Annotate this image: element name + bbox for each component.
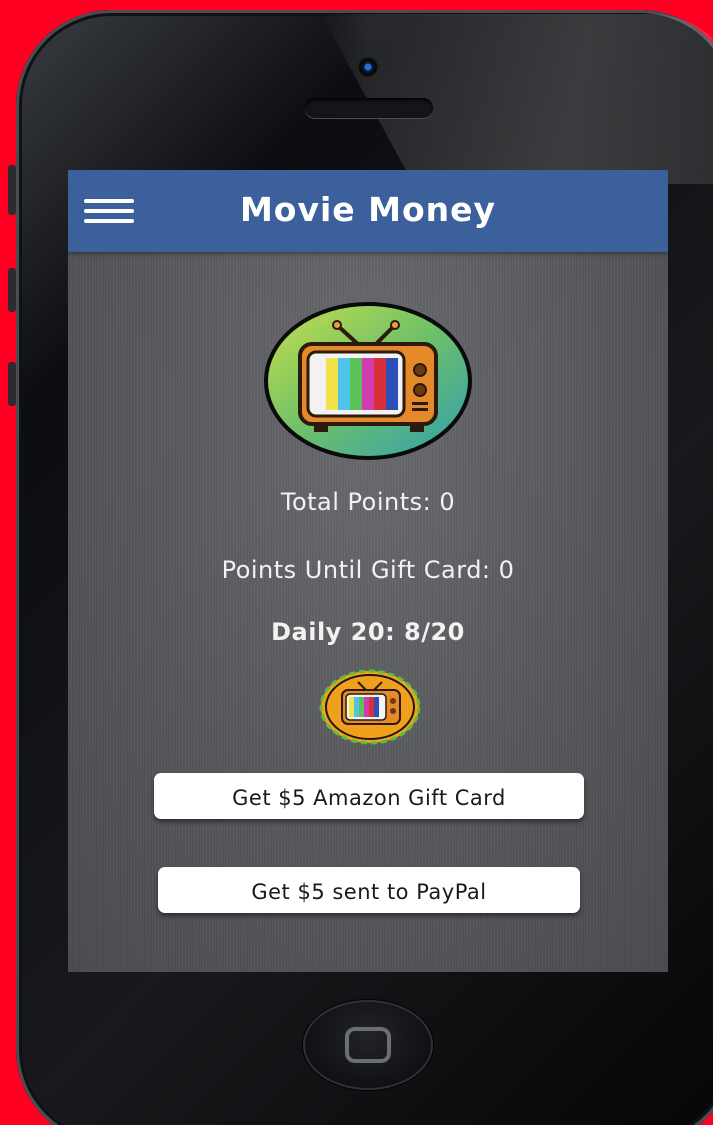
daily-tv-button[interactable]: [318, 668, 422, 746]
volume-up-button: [8, 268, 16, 312]
screenshot-stage: Movie Money Total Points: 0 Points Until…: [0, 0, 713, 1125]
app-screen: Movie Money Total Points: 0 Points Until…: [68, 170, 668, 972]
total-points-label: Total Points: 0: [280, 488, 456, 516]
volume-down-button: [8, 362, 16, 406]
points-until-gift-card-label: Points Until Gift Card: 0: [221, 556, 515, 584]
front-camera: [358, 57, 378, 77]
home-button[interactable]: [303, 1000, 433, 1090]
amazon-gift-card-button[interactable]: Get $5 Amazon Gift Card: [154, 773, 584, 819]
earpiece-speaker: [305, 98, 433, 118]
mute-switch: [8, 165, 16, 215]
daily-progress-label: Daily 20: 8/20: [271, 618, 465, 646]
paypal-payout-button[interactable]: Get $5 sent to PayPal: [158, 867, 580, 913]
retro-tv-icon: [264, 302, 472, 460]
app-bar: Movie Money: [68, 170, 668, 252]
home-square-icon: [345, 1027, 391, 1063]
app-title: Movie Money: [239, 190, 497, 229]
